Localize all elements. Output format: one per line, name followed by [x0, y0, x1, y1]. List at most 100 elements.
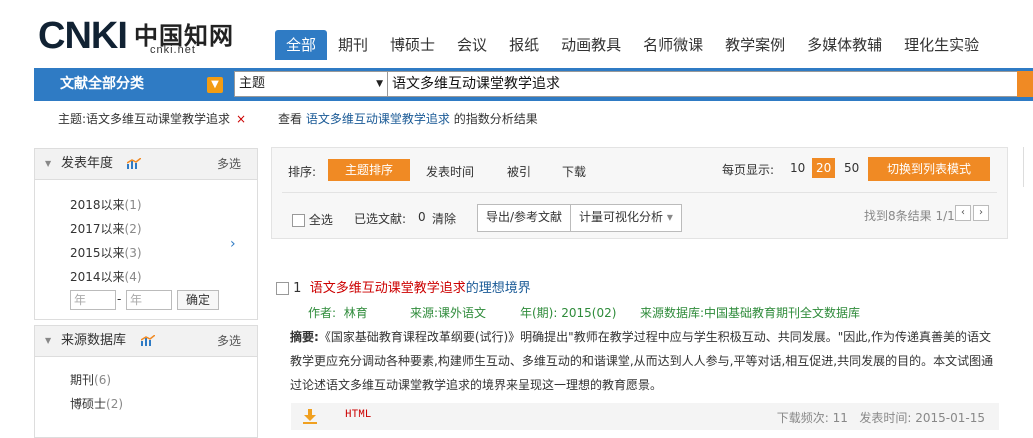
source-panel-header[interactable]: ▼ 来源数据库 多选 [35, 325, 257, 357]
sort-by-download[interactable]: 下载 [562, 163, 586, 180]
year-item[interactable]: 2014以来(4) [70, 268, 142, 285]
year-panel-header[interactable]: ▼ 发表年度 多选 [35, 148, 257, 180]
year-multi-select[interactable]: 多选 [217, 149, 241, 179]
result-title-row: 1 语文多维互动课堂教学追求的理想境界 [276, 277, 531, 296]
select-arrow-icon: ▼ [376, 79, 383, 89]
result-author: 作者: 林育 [308, 304, 368, 321]
author-link[interactable]: 林育 [344, 306, 368, 320]
tab-multimedia[interactable]: 多媒体教辅 [796, 30, 893, 60]
chevron-right-icon[interactable]: › [230, 236, 236, 252]
result-checkbox[interactable] [276, 282, 289, 295]
result-title-link[interactable]: 的理想境界 [466, 281, 531, 296]
tab-journal[interactable]: 期刊 [327, 30, 379, 60]
collapse-triangle-icon: ▼ [45, 159, 52, 168]
result-source: 来源:课外语文 [410, 304, 486, 321]
source-multi-select[interactable]: 多选 [217, 326, 241, 356]
db-link[interactable]: 中国基础教育期刊全文数据库 [704, 306, 860, 320]
per-page-label: 每页显示: [722, 163, 775, 177]
tab-experiment[interactable]: 理化生实验 [893, 30, 990, 60]
year-item-count: (3) [124, 246, 142, 260]
logo-domain: cnki.net [150, 44, 196, 56]
year-item[interactable]: 2018以来(1) [70, 196, 142, 213]
source-label: 来源: [410, 306, 439, 320]
download-label: 下载频次: [776, 411, 829, 425]
clear-link[interactable]: 清除 [432, 210, 456, 227]
category-dropdown[interactable]: 文献全部分类 ▼ [34, 68, 229, 101]
sort-by-date[interactable]: 发表时间 [426, 163, 474, 180]
tab-micro-lesson[interactable]: 名师微课 [632, 30, 714, 60]
tab-thesis[interactable]: 博硕士 [379, 30, 446, 60]
publish-date: 2015-01-15 [915, 411, 985, 425]
trend-chart-icon[interactable] [127, 158, 141, 169]
year-item-label: 2014以来 [70, 270, 125, 284]
close-icon[interactable]: × [236, 112, 246, 126]
visual-analysis-button[interactable]: 计量可视化分析 ▾ [570, 205, 681, 231]
download-bar: HTML 下载频次: 11 发表时间: 2015-01-15 [291, 403, 999, 430]
search-bar: 文献全部分类 ▼ 主题 ▼ 语文多维互动课堂教学追求 [34, 68, 1033, 101]
per-page-50[interactable]: 50 [844, 158, 859, 178]
year-link[interactable]: 2015(02) [561, 306, 616, 320]
year-from-input[interactable]: 年 [70, 290, 116, 310]
trend-chart-icon[interactable] [141, 335, 155, 346]
field-select[interactable]: 主题 ▼ [234, 71, 388, 97]
year-to-input[interactable]: 年 [126, 290, 172, 310]
year-panel-title: 发表年度 [61, 156, 114, 171]
html-format-link[interactable]: HTML [345, 409, 371, 421]
index-analysis-link: 查看 语文多维互动课堂教学追求 的指数分析结果 [278, 110, 538, 127]
tab-cases[interactable]: 教学案例 [714, 30, 796, 60]
source-item[interactable]: 博硕士(2) [70, 395, 123, 412]
export-group: 导出/参考文献 计量可视化分析 ▾ [477, 204, 682, 232]
date-label: 发表时间: [859, 411, 912, 425]
resource-tabs: 全部 期刊 博硕士 会议 报纸 动画教具 名师微课 教学案例 多媒体教辅 理化生… [275, 30, 990, 60]
author-label: 作者: [308, 306, 337, 320]
field-select-value: 主题 [239, 76, 266, 91]
visual-analysis-label: 计量可视化分析 [579, 210, 664, 224]
tab-all[interactable]: 全部 [275, 30, 328, 60]
year-item[interactable]: 2015以来(3) [70, 244, 142, 261]
prev-page-button[interactable]: ‹ [955, 205, 971, 221]
tab-animation[interactable]: 动画教具 [550, 30, 632, 60]
index-keyword-link[interactable]: 语文多维互动课堂教学追求 [306, 112, 450, 126]
abstract-text: 《国家基础教育课程改革纲要(试行)》明确提出"教师在教学过程中应与学生积极互动、… [290, 330, 994, 392]
download-meta: 下载频次: 11 发表时间: 2015-01-15 [777, 409, 985, 426]
category-label: 文献全部分类 [60, 76, 144, 92]
export-button[interactable]: 导出/参考文献 [478, 205, 570, 231]
index-prefix: 查看 [278, 112, 303, 126]
tab-conference[interactable]: 会议 [446, 30, 498, 60]
cnki-logo[interactable]: CNKI 中国知网 cnki.net [38, 14, 248, 62]
year-label: 年(期): [520, 306, 558, 320]
source-item[interactable]: 期刊(6) [70, 371, 111, 388]
selected-count: 0 [418, 210, 426, 224]
tab-newspaper[interactable]: 报纸 [498, 30, 550, 60]
results-toolbar: 排序: 主题排序 发表时间 被引 下载 每页显示: 10 20 50 切换到列表… [271, 147, 1008, 239]
list-mode-button[interactable]: 切换到列表模式 [868, 157, 990, 181]
search-input[interactable]: 语文多维互动课堂教学追求 [388, 71, 1018, 97]
select-all[interactable]: 全选 [292, 211, 333, 228]
confirm-button[interactable]: 确定 [177, 290, 219, 310]
abstract-label: 摘要: [290, 330, 319, 344]
source-filter-panel: ▼ 来源数据库 多选 [34, 325, 258, 438]
logo-wordmark: CNKI [38, 15, 128, 57]
select-all-checkbox[interactable] [292, 214, 305, 227]
source-panel-title: 来源数据库 [61, 333, 127, 348]
index-suffix: 的指数分析结果 [453, 112, 538, 126]
per-page-20[interactable]: 20 [812, 158, 836, 178]
year-item[interactable]: 2017以来(2) [70, 220, 142, 237]
result-index: 1 [293, 281, 302, 296]
source-item-label: 期刊 [70, 373, 95, 387]
right-panel-edge [1023, 147, 1033, 187]
per-page-10[interactable]: 10 [790, 158, 805, 178]
next-page-button[interactable]: › [973, 205, 989, 221]
search-button[interactable] [1017, 71, 1033, 97]
result-abstract: 摘要:《国家基础教育课程改革纲要(试行)》明确提出"教师在教学过程中应与学生积极… [290, 325, 1002, 397]
year-item-label: 2018以来 [70, 198, 125, 212]
result-title-hit[interactable]: 语文多维互动课堂教学追求 [310, 281, 466, 296]
source-link[interactable]: 课外语文 [438, 306, 486, 320]
download-icon[interactable] [303, 409, 317, 424]
chevron-down-icon: ▼ [207, 77, 223, 93]
sort-by-citation[interactable]: 被引 [507, 163, 531, 180]
sort-by-subject-button[interactable]: 主题排序 [328, 159, 410, 181]
selected-label: 已选文献: [354, 212, 407, 226]
year-range-dash: - [117, 292, 122, 306]
source-item-count: (2) [106, 397, 124, 411]
